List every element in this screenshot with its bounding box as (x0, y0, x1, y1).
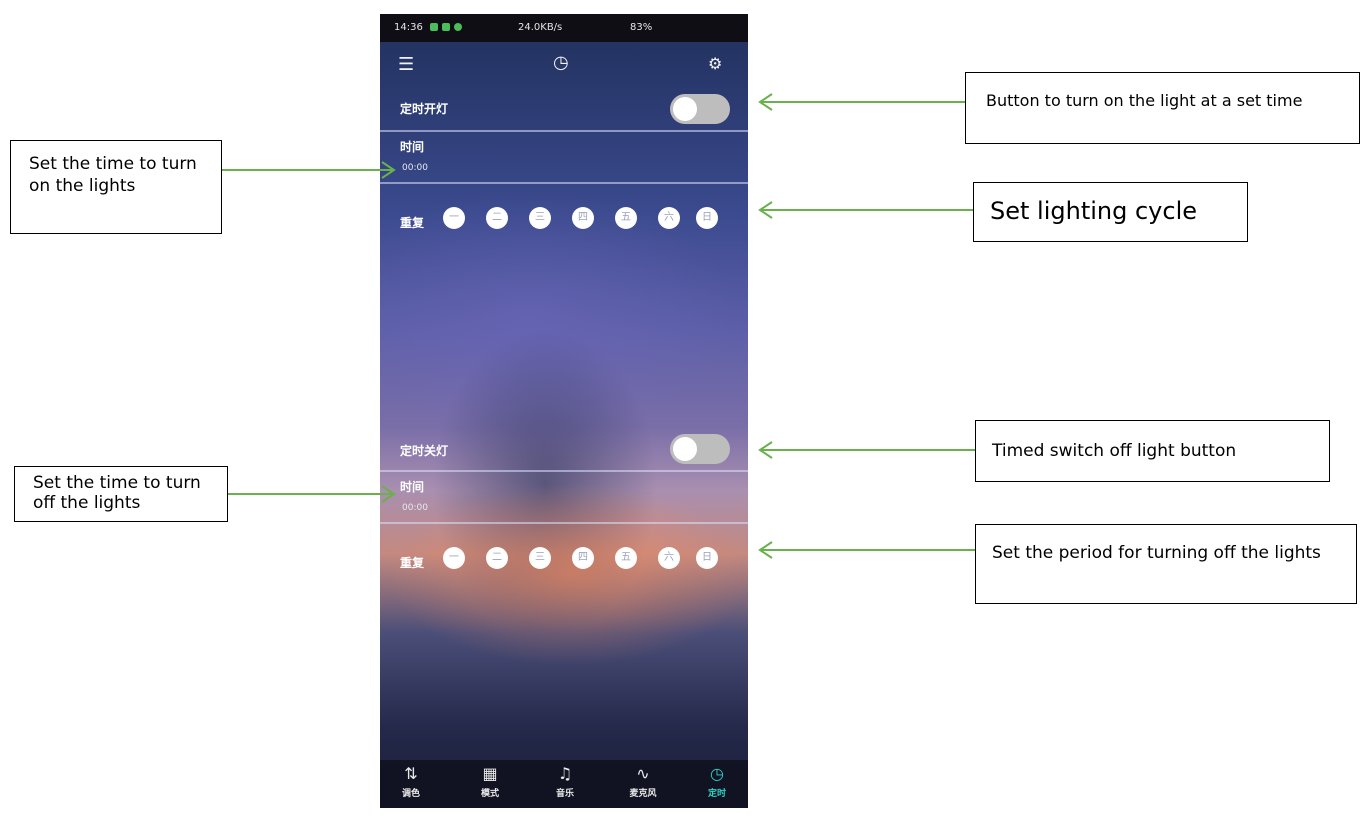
callout-off-button: Timed switch off light button (975, 420, 1330, 482)
callout-on-button: Button to turn on the light at a set tim… (965, 72, 1360, 144)
callout-off-time: Set the time to turn off the lights (14, 466, 228, 522)
callout-on-time: Set the time to turn on the lights (10, 140, 222, 234)
callout-off-cycle: Set the period for turning off the light… (975, 524, 1357, 604)
callout-on-cycle: Set lighting cycle (973, 182, 1248, 242)
